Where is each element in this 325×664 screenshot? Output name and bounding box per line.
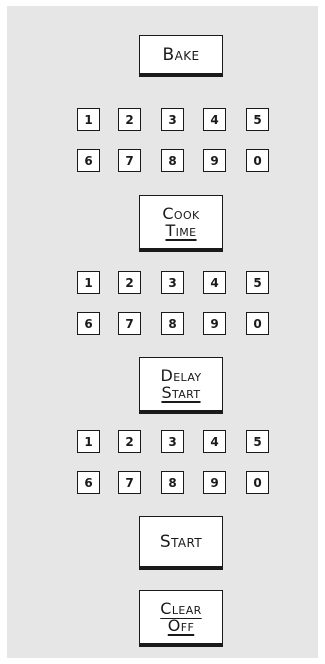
start-label: Start	[159, 531, 203, 552]
cook-time-button[interactable]: Cook Time	[139, 195, 223, 252]
clear-off-button[interactable]: Clear Off	[139, 590, 223, 647]
bake-label: Bake	[162, 44, 200, 65]
keypad-2-key-2[interactable]: 2	[118, 271, 141, 294]
control-panel: Bake 1 2 3 4 5 6 7 8 9 0 Cook Time 1 2 3…	[7, 6, 318, 658]
keypad-2-key-8[interactable]: 8	[161, 312, 184, 335]
keypad-2-key-0[interactable]: 0	[246, 312, 269, 335]
keypad-1-key-5[interactable]: 5	[246, 108, 269, 131]
clear-off-label-line-2: Off	[167, 616, 195, 635]
delay-start-button[interactable]: Delay Start	[139, 357, 223, 414]
keypad-1-key-1[interactable]: 1	[77, 108, 100, 131]
bake-button[interactable]: Bake	[139, 35, 223, 77]
keypad-2-key-4[interactable]: 4	[203, 271, 226, 294]
keypad-2-key-7[interactable]: 7	[118, 312, 141, 335]
keypad-2-key-3[interactable]: 3	[161, 271, 184, 294]
keypad-1-key-7[interactable]: 7	[118, 149, 141, 172]
keypad-3-row-2: 6 7 8 9 0	[7, 471, 318, 494]
keypad-3-key-7[interactable]: 7	[118, 471, 141, 494]
start-button[interactable]: Start	[139, 516, 223, 570]
keypad-3-key-1[interactable]: 1	[77, 430, 100, 453]
keypad-2-key-9[interactable]: 9	[203, 312, 226, 335]
keypad-1-key-2[interactable]: 2	[118, 108, 141, 131]
keypad-3-key-2[interactable]: 2	[118, 430, 141, 453]
keypad-2-row-1: 1 2 3 4 5	[7, 271, 318, 294]
keypad-3-key-3[interactable]: 3	[161, 430, 184, 453]
keypad-3-key-8[interactable]: 8	[161, 471, 184, 494]
delay-start-label-line-2: Start	[161, 383, 201, 402]
keypad-3-key-5[interactable]: 5	[246, 430, 269, 453]
keypad-2-key-6[interactable]: 6	[77, 312, 100, 335]
clear-off-label-line-1: Clear	[160, 599, 202, 618]
keypad-3-key-4[interactable]: 4	[203, 430, 226, 453]
keypad-1-row-1: 1 2 3 4 5	[7, 108, 318, 131]
keypad-2-key-5[interactable]: 5	[246, 271, 269, 294]
keypad-1-key-8[interactable]: 8	[161, 149, 184, 172]
keypad-3-key-6[interactable]: 6	[77, 471, 100, 494]
keypad-2-key-1[interactable]: 1	[77, 271, 100, 294]
keypad-3-key-0[interactable]: 0	[246, 471, 269, 494]
keypad-2-row-2: 6 7 8 9 0	[7, 312, 318, 335]
keypad-1-key-6[interactable]: 6	[77, 149, 100, 172]
keypad-1-key-4[interactable]: 4	[203, 108, 226, 131]
keypad-1-key-0[interactable]: 0	[246, 149, 269, 172]
cook-time-label-line-1: Cook	[162, 204, 200, 223]
keypad-1-key-9[interactable]: 9	[203, 149, 226, 172]
keypad-1-row-2: 6 7 8 9 0	[7, 149, 318, 172]
keypad-3-row-1: 1 2 3 4 5	[7, 430, 318, 453]
delay-start-label-line-1: Delay	[160, 366, 202, 385]
cook-time-label-line-2: Time	[165, 221, 197, 240]
keypad-1-key-3[interactable]: 3	[161, 108, 184, 131]
keypad-3-key-9[interactable]: 9	[203, 471, 226, 494]
